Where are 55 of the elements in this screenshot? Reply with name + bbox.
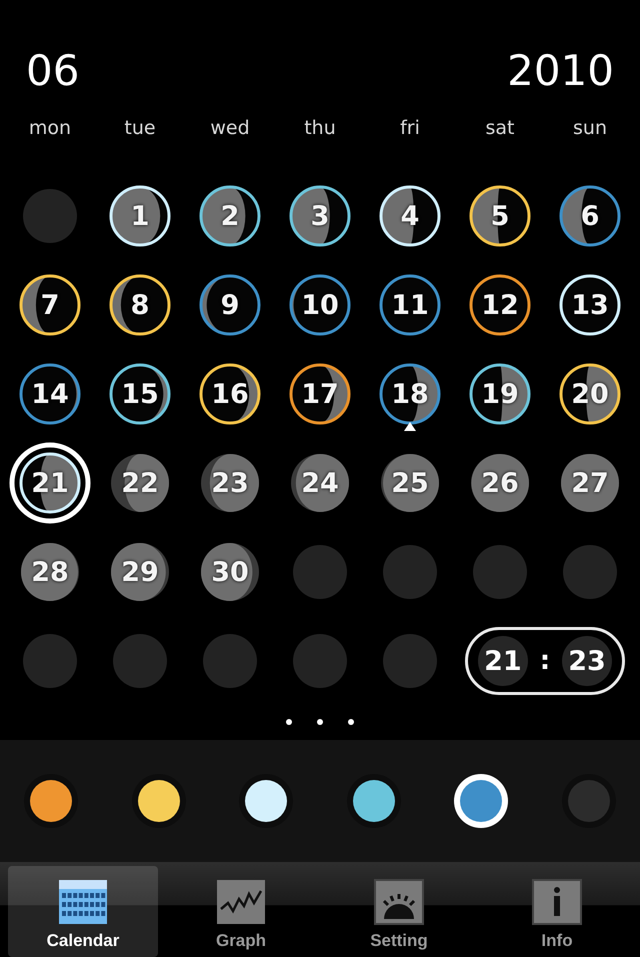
calendar-day[interactable]: 13 (548, 263, 632, 348)
calendar-day[interactable]: 10 (278, 263, 362, 348)
calendar-day[interactable]: 1 (98, 174, 182, 258)
calendar-day[interactable]: 11 (368, 263, 452, 348)
calendar-day[interactable]: 26 (458, 441, 542, 526)
calendar-day[interactable]: 2 (188, 174, 272, 258)
tab[interactable]: Calendar (8, 866, 158, 957)
calendar-day[interactable]: 12 (458, 263, 542, 348)
calendar-day[interactable]: 23 (188, 441, 272, 526)
weekday-label: fri (399, 116, 421, 141)
calendar-day[interactable]: 24 (278, 441, 362, 526)
calendar-day[interactable]: 7 (8, 263, 92, 348)
color-swatch[interactable] (245, 780, 288, 822)
calendar-day[interactable]: 18 (368, 352, 452, 436)
calendar-day[interactable]: 19 (458, 352, 542, 436)
color-swatch[interactable] (568, 780, 610, 822)
calendar-day[interactable]: 25 (368, 441, 452, 526)
calendar-day[interactable]: 17 (278, 352, 362, 436)
weekday-label: mon (28, 116, 72, 141)
calendar-day[interactable]: 28 (8, 530, 92, 614)
calendar-day[interactable]: 6 (548, 174, 632, 258)
calendar-day[interactable]: 16 (188, 352, 272, 436)
weekday-label: sat (484, 116, 516, 141)
color-swatch[interactable] (352, 780, 395, 822)
month-label: 06 (26, 50, 80, 92)
year-label: 2010 (507, 50, 614, 92)
weekday-label: tue (123, 116, 157, 141)
calendar-day[interactable]: 14 (8, 352, 92, 436)
calendar-day[interactable]: 29 (98, 530, 182, 614)
calendar-day[interactable]: 3 (278, 174, 362, 258)
weekday-label: sun (572, 116, 608, 141)
tab[interactable]: Setting (324, 866, 474, 957)
page-dots-icon (285, 718, 355, 726)
tab[interactable]: Info (482, 866, 632, 957)
calendar-day[interactable]: 9 (188, 263, 272, 348)
moon-phase-icon (8, 441, 92, 526)
calendar-icon (58, 879, 108, 925)
calendar-day[interactable]: 27 (548, 441, 632, 526)
calendar-day[interactable]: 5 (458, 174, 542, 258)
weekday-label: wed (209, 116, 251, 141)
info-icon (532, 879, 582, 925)
calendar-day[interactable]: 8 (98, 263, 182, 348)
calendar-day[interactable]: 30 (188, 530, 272, 614)
graph-icon (216, 879, 266, 925)
time-display[interactable]: 21 : 23 (465, 627, 625, 696)
weekday-label: thu (303, 116, 337, 141)
color-swatch[interactable] (460, 780, 502, 822)
tab[interactable]: Graph (166, 866, 316, 957)
color-swatch[interactable] (138, 780, 180, 822)
color-swatch[interactable] (30, 780, 72, 822)
minute-value: 23 (562, 636, 612, 686)
time-separator: : (540, 646, 550, 676)
calendar-day[interactable]: 15 (98, 352, 182, 436)
hour-value: 21 (478, 636, 528, 686)
calendar-day[interactable]: 22 (98, 441, 182, 526)
